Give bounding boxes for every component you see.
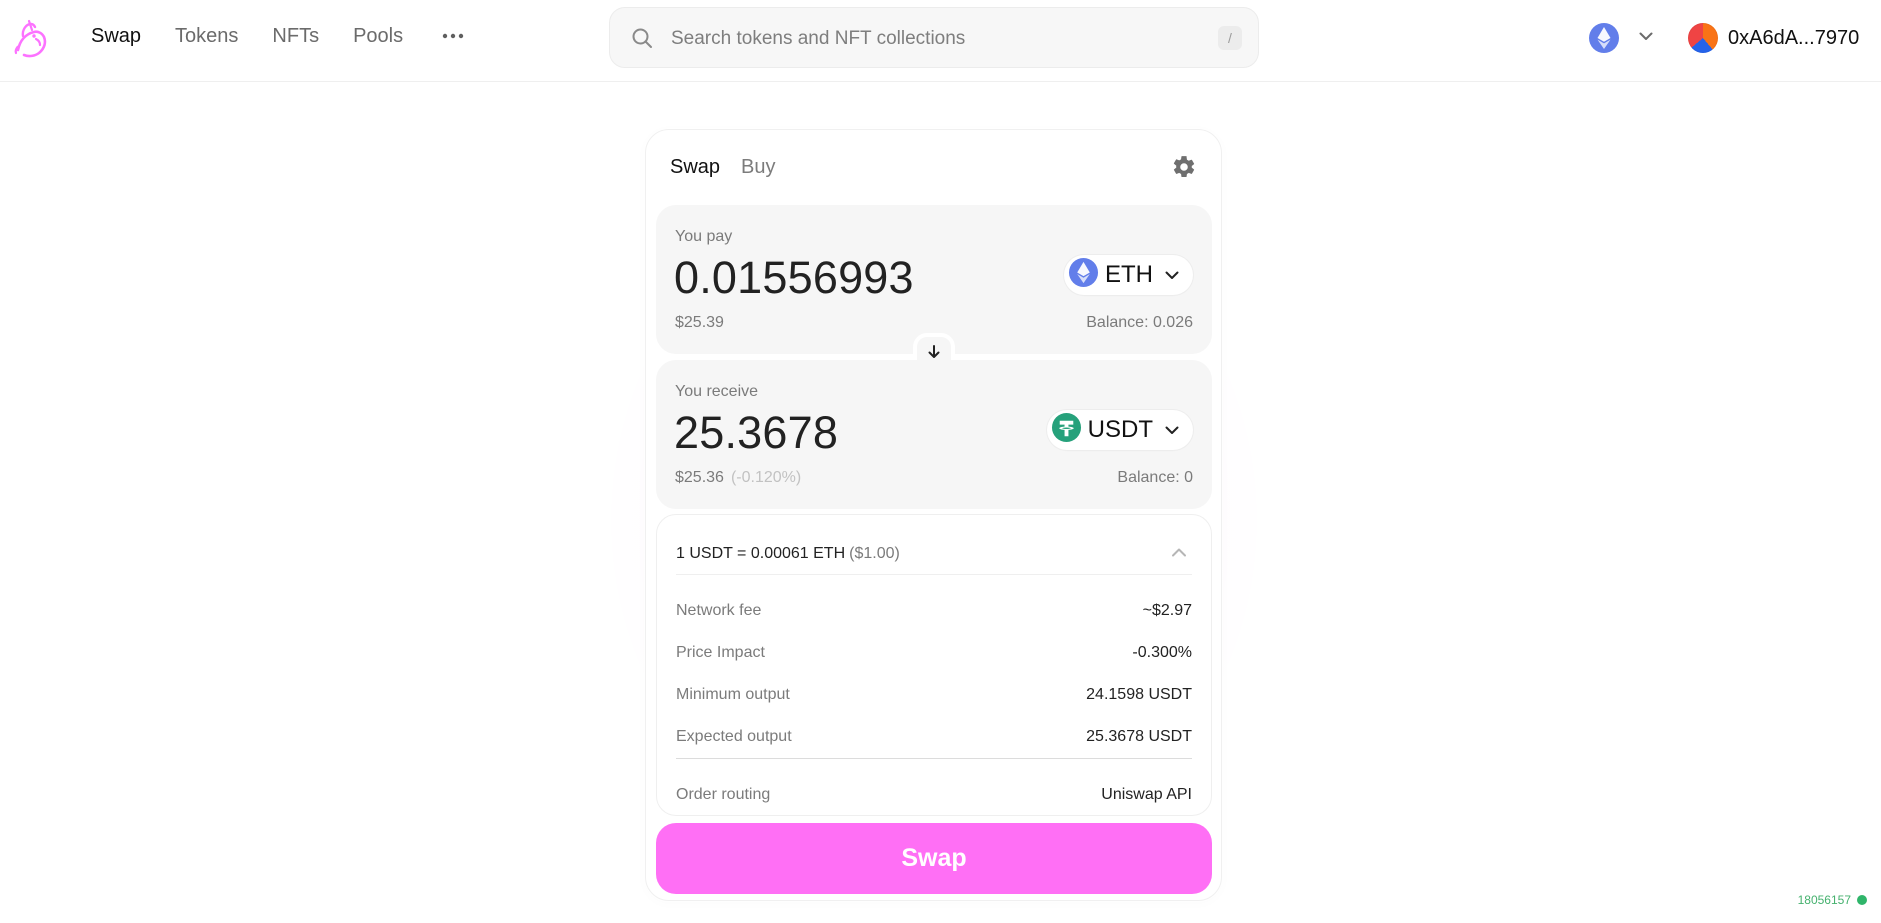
wallet-address: 0xA6dA...7970 [1728,26,1860,49]
details-row-expected-output: Expected output 25.3678 USDT [676,728,1192,746]
tether-icon [1051,412,1082,448]
chevron-up-icon[interactable] [1169,543,1189,563]
search-shortcut-key: / [1218,26,1242,50]
block-number: 18056157 [1797,893,1851,907]
details-row-order-routing: Order routing Uniswap API [676,786,1192,804]
top-navigation: Swap Tokens NFTs Pools Search tokens and… [0,0,1881,82]
nav-link-pools[interactable]: Pools [353,24,403,48]
ethereum-icon [1588,22,1620,59]
swap-mode-tabs: Swap Buy [670,156,776,179]
more-dots-icon[interactable] [439,24,467,48]
uniswap-logo-icon[interactable] [10,18,50,60]
receive-usd-change: (-0.120%) [730,469,802,486]
search-icon [630,26,654,50]
receive-panel: You receive 25.3678 USDT $25.36 (-0.120%… [656,360,1212,509]
receive-usd-amount: $25.36 [675,469,724,486]
wallet-button[interactable]: 0xA6dA...7970 [1688,22,1859,54]
nav-link-tokens[interactable]: Tokens [175,24,238,48]
swap-card: Swap Buy You pay 0.01556993 ETH $25.39 B… [645,129,1222,901]
nav-link-swap[interactable]: Swap [91,24,141,48]
wallet-avatar-icon [1688,23,1718,53]
status-dot-icon [1857,895,1867,905]
receive-amount-input[interactable]: 25.3678 [674,410,838,455]
pay-usd-value: $25.39 [675,314,724,331]
exchange-rate-text: 1 USDT = 0.00061 ETH [676,545,846,562]
tab-swap[interactable]: Swap [670,156,720,179]
tab-buy[interactable]: Buy [741,156,775,179]
details-label: Minimum output [676,686,790,703]
exchange-rate-row[interactable]: 1 USDT = 0.00061 ETH ($1.00) [676,545,900,563]
details-label: Price Impact [676,644,765,661]
chevron-down-icon [1163,266,1181,284]
details-label: Expected output [676,728,792,745]
details-value: 24.1598 USDT [1086,686,1192,703]
receive-usd-value: $25.36 (-0.120%) [675,469,801,487]
receive-token-selector[interactable]: USDT [1046,410,1193,450]
details-value: 25.3678 USDT [1086,728,1192,745]
network-status: 18056157 [1798,893,1867,907]
gear-icon[interactable] [1171,154,1197,180]
receive-balance: Balance: 0 [1117,469,1193,486]
details-value: Uniswap API [1101,786,1192,803]
details-row-price-impact: Price Impact -0.300% [676,644,1192,662]
pay-balance: Balance: 0.026 [1086,314,1193,331]
uniswap-app: Swap Tokens NFTs Pools Search tokens and… [0,0,1881,923]
pay-panel: You pay 0.01556993 ETH $25.39 Balance: 0… [656,205,1212,354]
pay-token-symbol: ETH [1105,261,1153,288]
search-placeholder: Search tokens and NFT collections [671,28,966,49]
receive-token-symbol: USDT [1087,416,1153,443]
network-selector[interactable] [1588,20,1664,56]
details-row-network-fee: Network fee ~$2.97 [676,602,1192,620]
swap-details-panel: 1 USDT = 0.00061 ETH ($1.00) Network fee … [656,514,1212,816]
nav-link-nfts[interactable]: NFTs [272,24,319,48]
pay-token-selector[interactable]: ETH [1064,255,1193,295]
main-navigation: Swap Tokens NFTs Pools [91,24,467,48]
swap-button[interactable]: Swap [656,823,1212,894]
ethereum-icon [1068,257,1099,293]
details-row-minimum-output: Minimum output 24.1598 USDT [676,686,1192,704]
chevron-down-icon [1163,421,1181,439]
details-value: ~$2.97 [1142,602,1192,619]
details-divider-bottom [676,758,1192,759]
details-divider [676,574,1192,575]
search-input[interactable]: Search tokens and NFT collections / [609,7,1259,68]
exchange-rate-usd: ($1.00) [849,545,900,562]
chevron-down-icon [1637,27,1655,50]
pay-amount-input[interactable]: 0.01556993 [674,255,914,300]
details-value: -0.300% [1132,644,1192,661]
pay-label: You pay [675,228,733,245]
details-label: Network fee [676,602,762,619]
details-label: Order routing [676,786,771,803]
receive-label: You receive [675,383,759,400]
